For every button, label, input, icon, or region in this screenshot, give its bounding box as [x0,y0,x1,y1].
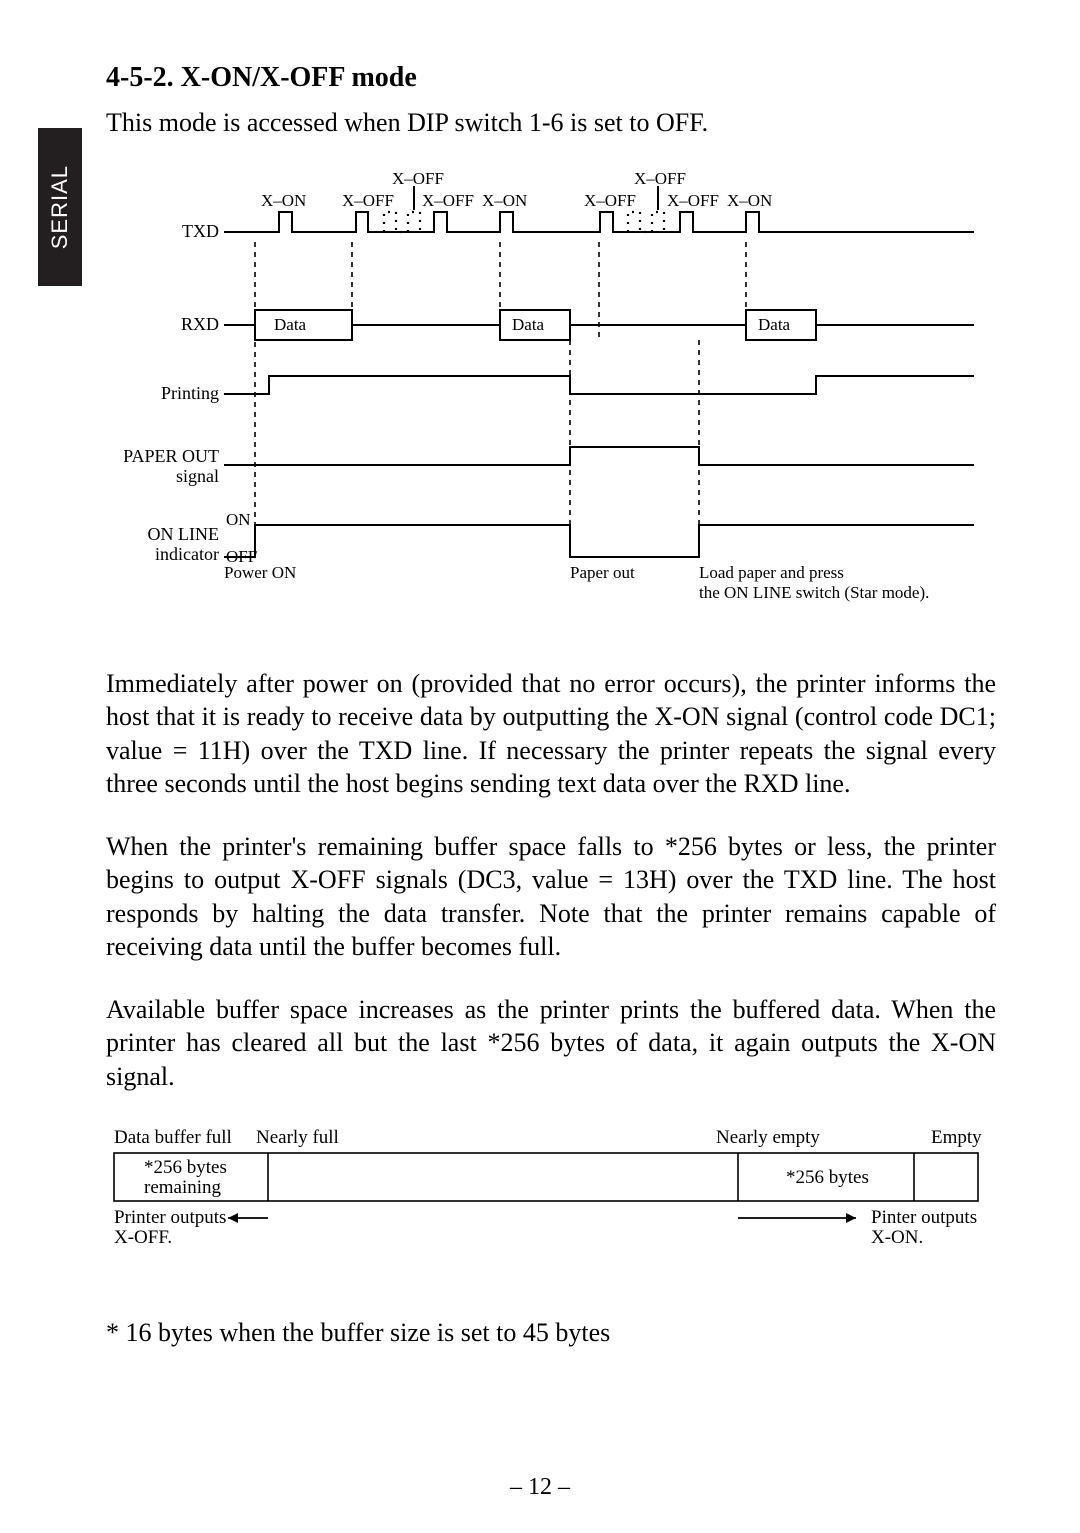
txd-ann-4: X–ON [482,191,527,210]
event-paper-out: Paper out [570,563,635,582]
label-on: ON [226,510,251,529]
event-power-on: Power ON [224,563,296,582]
buf-top-2: Nearly empty [716,1127,820,1148]
event-load-paper-1: Load paper and press [699,563,844,582]
intro-text: This mode is accessed when DIP switch 1-… [106,108,996,138]
buf-arrow-left-2: X-OFF. [114,1227,172,1248]
buf-box-1: *256 bytes [786,1167,869,1188]
rxd-data-1: Data [512,315,545,334]
timing-diagram: .lbl { font-family:"Times New Roman",ser… [124,162,994,622]
label-paperout-2: signal [176,466,219,486]
txd-ann-5: X–OFF [584,191,636,210]
label-txd: TXD [182,221,219,241]
label-paperout-1: PAPER OUT [124,446,219,466]
event-load-paper-2: the ON LINE switch (Star mode). [699,583,929,602]
txd-ann-0: X–ON [261,191,306,210]
buf-arrow-left-1: Printer outputs [114,1207,226,1228]
buf-top-0: Data buffer full [114,1127,232,1148]
side-tab: SERIAL [38,128,82,286]
label-online-1: ON LINE [148,524,219,544]
paragraph-3: Available buffer space increases as the … [106,993,996,1093]
page-content: 4-5-2. X-ON/X-OFF mode This mode is acce… [106,62,996,1348]
rxd-data-0: Data [274,315,307,334]
buf-top-1: Nearly full [256,1127,339,1148]
paragraph-1: Immediately after power on (provided tha… [106,667,996,800]
buf-box-0a: *256 bytes [144,1157,227,1178]
txd-ann-7: X–OFF [667,191,719,210]
buf-box-0b: remaining [144,1177,222,1198]
txd-ann-6: X–OFF [634,169,686,188]
txd-ann-1: X–OFF [342,191,394,210]
txd-ann-2: X–OFF [392,169,444,188]
footnote: * 16 bytes when the buffer size is set t… [106,1318,996,1348]
buf-top-3: Empty [931,1127,982,1148]
buf-arrow-right-1: Pinter outputs [871,1207,977,1228]
buffer-diagram: .lbl2 { font-family:"Times New Roman",se… [96,1123,1006,1273]
label-online-2: indicator [155,544,219,564]
label-rxd: RXD [181,314,219,334]
buf-arrow-right-2: X-ON. [871,1227,923,1248]
txd-ann-8: X–ON [727,191,772,210]
side-tab-label: SERIAL [47,165,73,249]
section-heading: 4-5-2. X-ON/X-OFF mode [106,62,996,94]
paragraph-2: When the printer's remaining buffer spac… [106,830,996,963]
txd-ann-3: X–OFF [422,191,474,210]
label-printing: Printing [161,383,219,403]
page-number: – 12 – [0,1474,1080,1501]
rxd-data-2: Data [758,315,791,334]
